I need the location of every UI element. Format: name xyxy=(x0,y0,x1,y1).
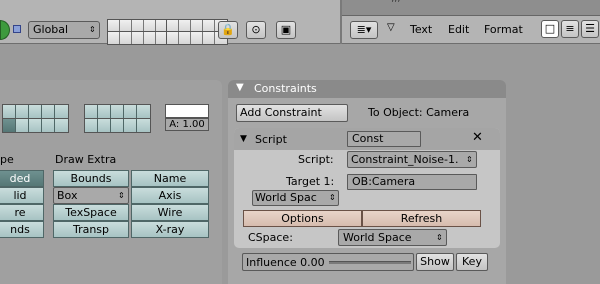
constraints-panel-header[interactable]: ▼ Constraints xyxy=(228,80,506,98)
updown-arrows-icon: ⇕ xyxy=(436,233,443,242)
layer-buttons-a2[interactable] xyxy=(2,118,69,133)
constraints-title: Constraints xyxy=(254,82,317,95)
layer-grid-1b[interactable] xyxy=(107,31,169,45)
wire-button[interactable]: Wire xyxy=(131,204,209,221)
bounds-button[interactable]: Bounds xyxy=(53,170,129,187)
delete-x-icon[interactable]: ✕ xyxy=(472,130,483,145)
draw-type-bounded[interactable]: ded xyxy=(0,170,44,187)
draw-type-bounds[interactable]: nds xyxy=(0,221,44,238)
influence-value: Influence 0.00 xyxy=(246,256,325,269)
draw-extra-label: Draw Extra xyxy=(55,153,117,166)
refresh-button[interactable]: Refresh xyxy=(362,210,481,227)
add-constraint-button[interactable]: Add Constraint xyxy=(236,104,348,122)
bounds-type-value: Box xyxy=(57,189,78,202)
constraint-name-field[interactable]: Const xyxy=(347,131,421,147)
constraint-type-label: Script xyxy=(255,133,287,146)
layer-buttons-b2[interactable] xyxy=(84,118,151,133)
cspace-value: World Space xyxy=(343,231,412,244)
draw-type-solid[interactable]: lid xyxy=(0,187,44,204)
alpha-value: A: 1.00 xyxy=(169,119,205,130)
collapse-triangle-icon[interactable]: ▽ xyxy=(387,22,395,33)
collapse-triangle-icon[interactable]: ▼ xyxy=(236,82,244,93)
bounds-type-select[interactable]: Box ⇕ xyxy=(53,187,129,204)
name-button[interactable]: Name xyxy=(131,170,209,187)
text-title: /// xyxy=(392,0,401,4)
cspace-select[interactable]: World Space ⇕ xyxy=(338,229,447,246)
target-label: Target 1: xyxy=(286,175,335,188)
alpha-field[interactable]: A: 1.00 xyxy=(165,118,209,131)
menu-edit[interactable]: Edit xyxy=(448,23,469,36)
axis-button[interactable]: Axis xyxy=(131,187,209,204)
menu-text[interactable]: Text xyxy=(410,23,432,36)
xray-button[interactable]: X-ray xyxy=(131,221,209,238)
collapse-triangle-icon[interactable]: ▼ xyxy=(240,134,247,144)
updown-arrows-icon: ⇕ xyxy=(89,25,96,34)
updown-arrows-icon: ⇕ xyxy=(466,155,473,164)
orientation-value: Global xyxy=(33,23,69,36)
fullscreen-icon[interactable]: □ xyxy=(541,20,559,38)
draw-type-wire[interactable]: re xyxy=(0,204,44,221)
word-wrap-icon[interactable]: ☰ xyxy=(581,20,599,38)
script-label: Script: xyxy=(298,153,334,166)
updown-arrows-icon: ⇕ xyxy=(118,191,125,200)
script-value: Constraint_Noise-1. xyxy=(351,153,459,166)
layer-buttons-b[interactable] xyxy=(84,104,151,119)
text-editor-top: /// xyxy=(342,0,600,16)
script-select[interactable]: Constraint_Noise-1. ⇕ xyxy=(347,151,477,168)
options-button[interactable]: Options xyxy=(243,210,362,227)
line-numbers-icon[interactable]: ≡ xyxy=(561,20,579,38)
target-field[interactable]: OB:Camera xyxy=(347,174,477,190)
render-image-icon[interactable]: ▣ xyxy=(276,21,296,39)
lock-icon[interactable]: 🔒 xyxy=(218,21,238,39)
link-icon[interactable]: ⊙ xyxy=(246,21,266,39)
slider-track xyxy=(329,261,411,264)
target-space-value: World Spac xyxy=(255,191,317,204)
show-button[interactable]: Show xyxy=(416,253,454,271)
to-object-label: To Object: Camera xyxy=(368,106,470,119)
color-swatch[interactable] xyxy=(165,104,209,118)
square-icon xyxy=(13,25,21,33)
editor-type-icon[interactable]: ≣▾ xyxy=(350,21,378,39)
key-button[interactable]: Key xyxy=(456,253,488,271)
transp-button[interactable]: Transp xyxy=(53,221,129,238)
target-space-select[interactable]: World Spac ⇕ xyxy=(252,190,339,206)
cspace-label: CSpace: xyxy=(248,231,293,244)
layer-buttons-a[interactable] xyxy=(2,104,69,119)
texspace-button[interactable]: TexSpace xyxy=(53,204,129,221)
draw-type-label: pe xyxy=(0,153,14,166)
menu-format[interactable]: Format xyxy=(484,23,523,36)
influence-slider[interactable]: Influence 0.00 xyxy=(242,253,414,271)
updown-arrows-icon: ⇕ xyxy=(329,193,336,202)
orientation-select[interactable]: Global ⇕ xyxy=(28,21,100,39)
